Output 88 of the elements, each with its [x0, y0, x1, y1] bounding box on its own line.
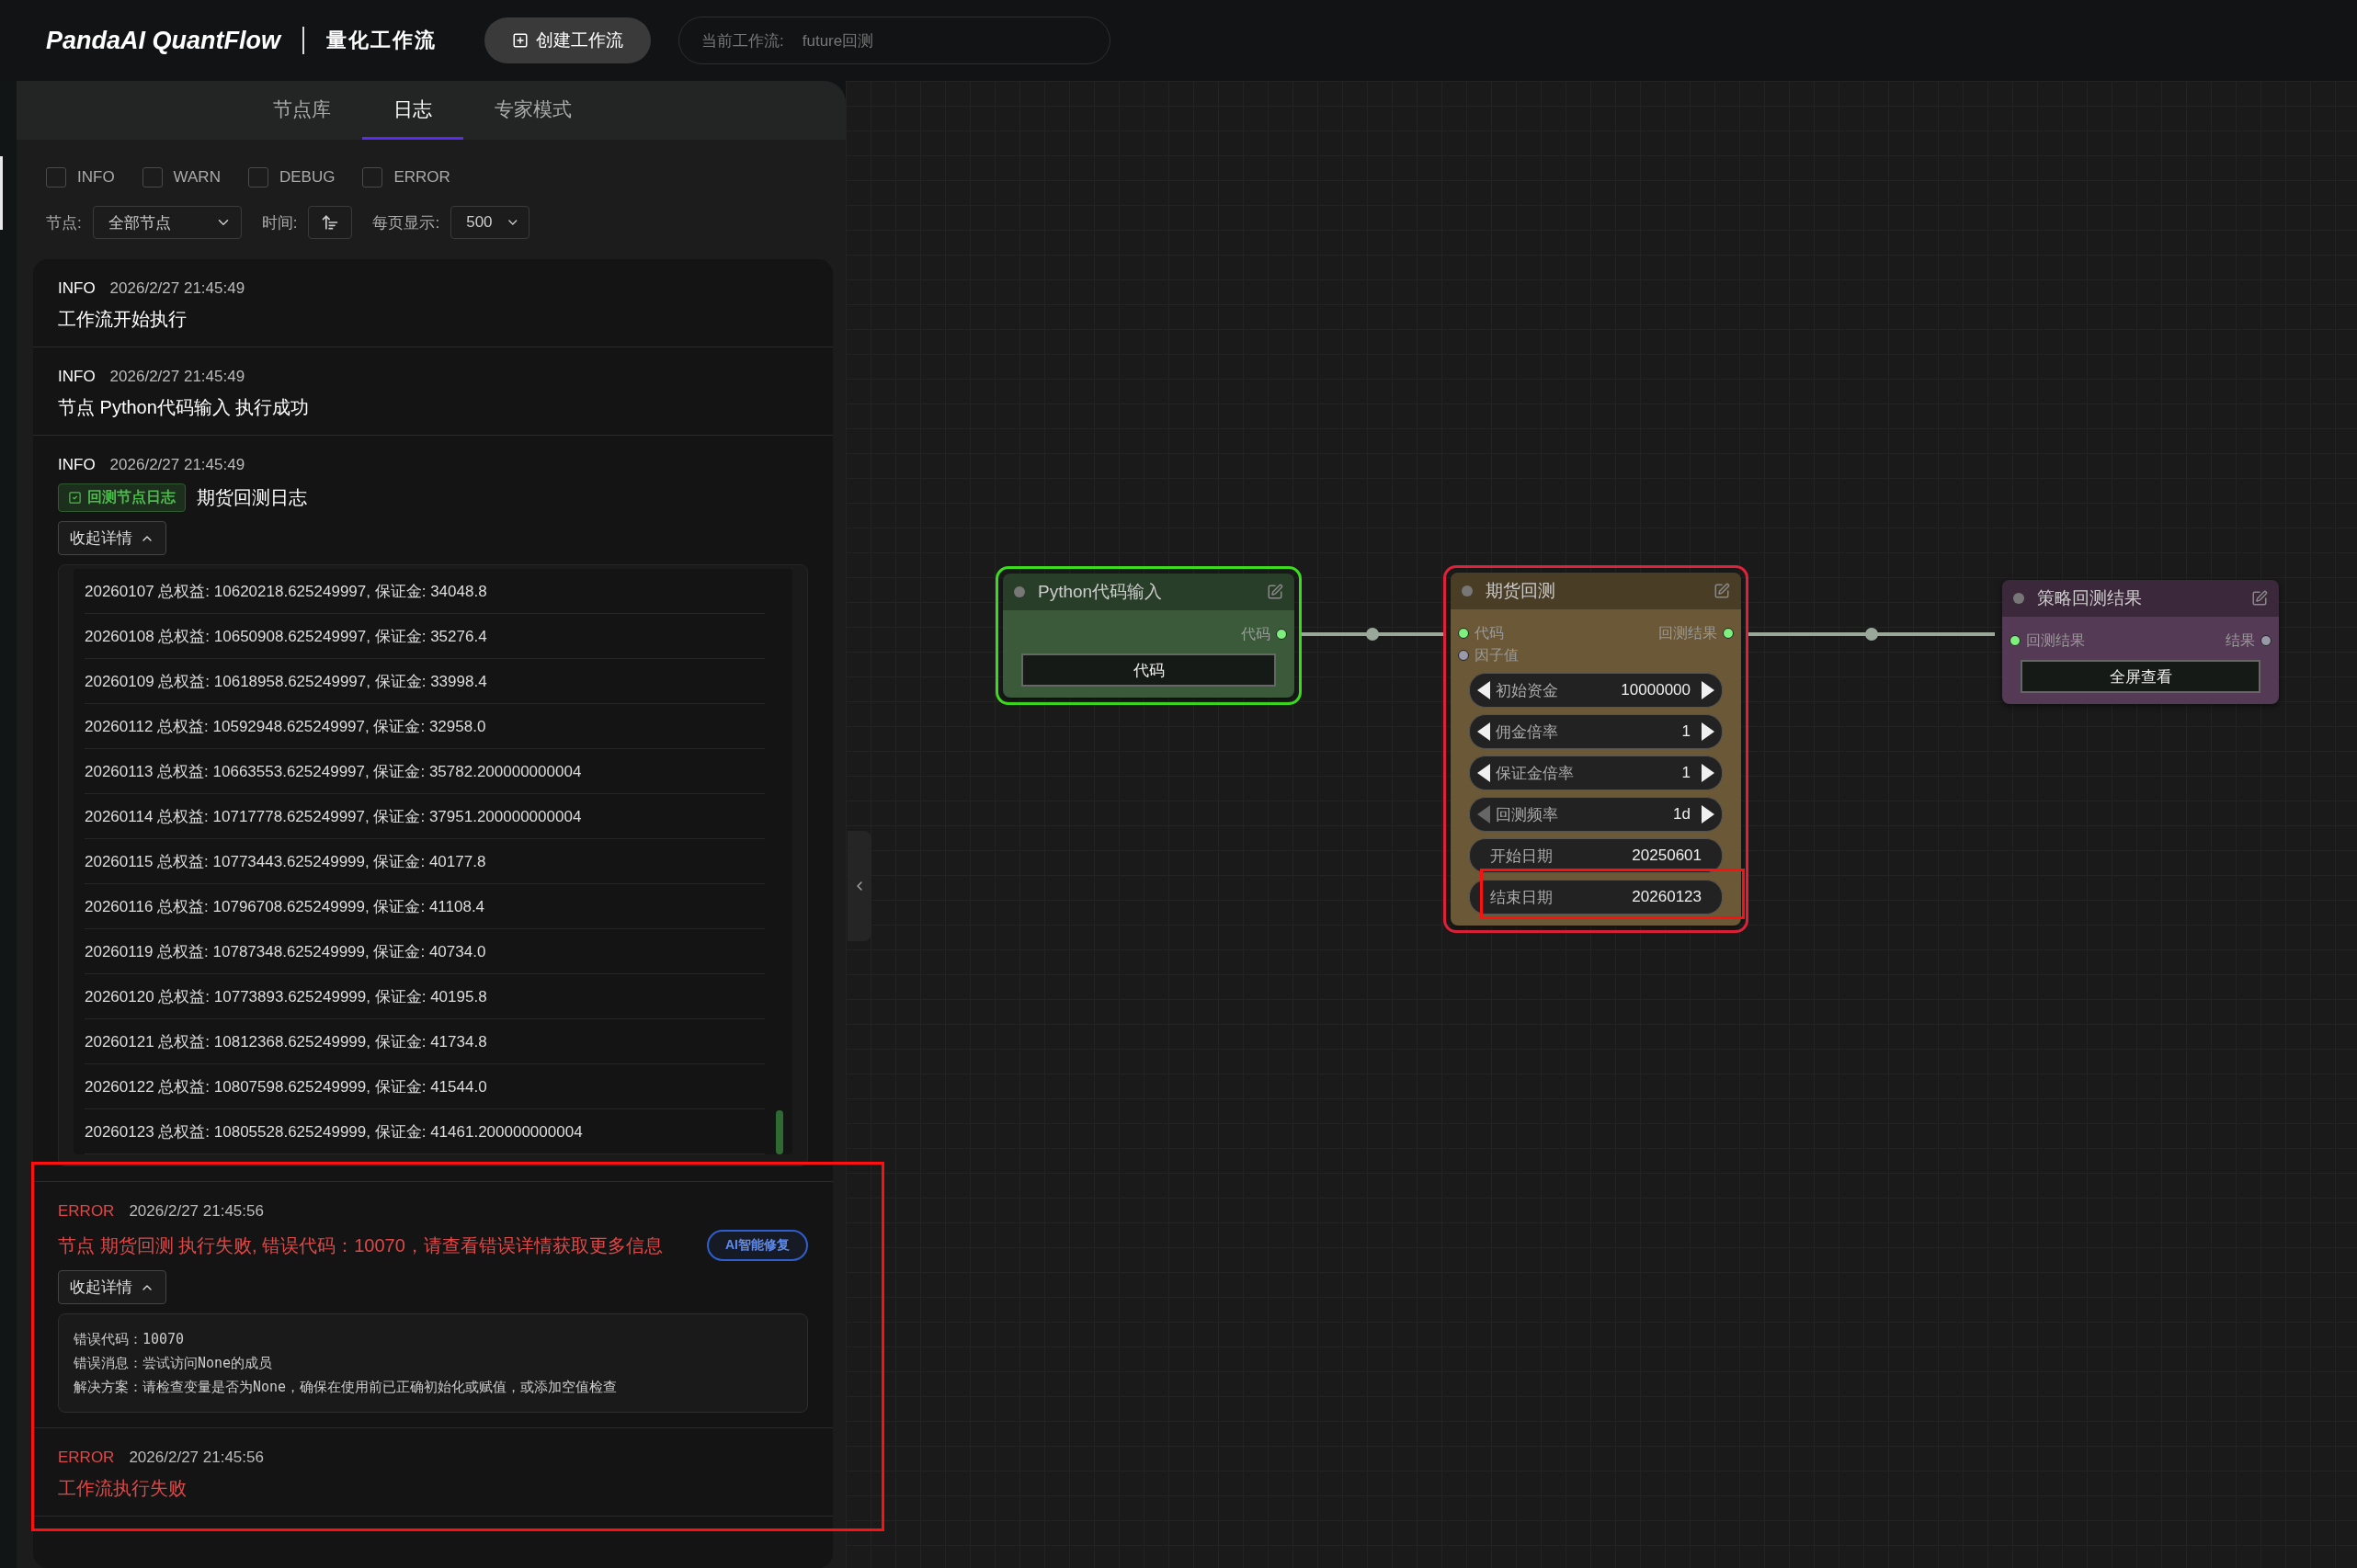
log-message: 工作流执行失败: [58, 1477, 187, 1500]
level-filter[interactable]: ERROR: [362, 167, 450, 187]
log-message: 工作流开始执行: [58, 308, 187, 331]
node-card[interactable]: 期货回测 代码 回测结果 因子值 初始资金 10000000 佣金倍率 1 保证金倍率 1 回测频率 1d 开始日期 20250601 结束日期 20260123: [1443, 565, 1748, 933]
error-detail-line: 解决方案：请检查变量是否为None，确保在使用前已正确初始化或赋值，或添加空值检查: [74, 1378, 619, 1397]
right-arrow-icon[interactable]: [1702, 764, 1714, 782]
log-detail-line: 20260115 总权益: 10773443.625249999, 保证金: 40177.8: [85, 839, 765, 884]
panel-tab[interactable]: 专家模式: [462, 81, 603, 140]
text-widget[interactable]: 开始日期 20250601: [1469, 838, 1723, 873]
edit-icon[interactable]: [2251, 590, 2268, 607]
status-dot-icon: [2013, 593, 2024, 604]
create-workflow-button[interactable]: 创建工作流: [484, 17, 651, 63]
app-subtitle: 量化工作流: [326, 28, 437, 53]
log-detail-line: 20260113 总权益: 10663553.625249997, 保证金: 35782.200000000004: [85, 749, 765, 794]
node-select[interactable]: 全部节点: [92, 206, 242, 239]
status-dot-icon: [1014, 586, 1025, 597]
log-detail-line: 20260107 总权益: 10620218.625249997, 保证金: 34048.8: [85, 569, 765, 614]
level-filter[interactable]: DEBUG: [247, 167, 336, 187]
log-detail-line: 20260120 总权益: 10773893.625249999, 保证金: 40195.8: [85, 974, 765, 1019]
log-tag: 回测节点日志: [58, 483, 186, 512]
log-message: 节点 期货回测 执行失败, 错误代码：10070，请查看错误详情获取更多信息: [58, 1233, 663, 1257]
log-detail-line: 20260108 总权益: 10650908.625249997, 保证金: 35276.4: [85, 614, 765, 659]
left-arrow-icon[interactable]: [1477, 722, 1490, 741]
checkbox[interactable]: [362, 167, 383, 187]
level-filter[interactable]: INFO: [46, 167, 115, 187]
right-arrow-icon[interactable]: [1702, 722, 1714, 741]
log-level: INFO: [58, 279, 96, 298]
log-time: 2026/2/27 21:45:49: [109, 279, 245, 298]
log-level: ERROR: [58, 1202, 115, 1221]
log-detail-line: 20260123 总权益: 10805528.625249999, 保证金: 41461.200000000004: [85, 1109, 765, 1154]
log-time: 2026/2/27 21:45:56: [129, 1202, 264, 1221]
number-widget[interactable]: 保证金倍率 1: [1469, 756, 1723, 790]
status-dot-icon: [1462, 585, 1473, 597]
log-time: 2026/2/27 21:45:49: [109, 368, 245, 386]
log-detail-line: 20260116 总权益: 10796708.625249999, 保证金: 41108.4: [85, 884, 765, 929]
log-level: ERROR: [58, 1449, 115, 1467]
filter-label: 时间:: [261, 212, 298, 233]
panel-tab[interactable]: 节点库: [241, 81, 362, 140]
log-message: 期货回测日志: [197, 486, 307, 509]
log-message: 节点 Python代码输入 执行成功: [58, 396, 310, 419]
sort-icon: [321, 213, 340, 232]
check-square-icon: [68, 491, 82, 505]
scrollbar-thumb[interactable]: [776, 1110, 783, 1154]
node-title: 期货回测: [1486, 580, 1556, 602]
error-detail-line: 错误消息：尝试访问None的成员: [74, 1354, 274, 1373]
details-toggle[interactable]: 收起详情: [58, 521, 166, 555]
plus-square-icon: [512, 32, 529, 49]
sort-button[interactable]: [308, 206, 353, 239]
log-time: 2026/2/27 21:45:49: [109, 456, 245, 474]
log-detail-line: 20260109 总权益: 10618958.625249997, 保证金: 33998.4: [85, 659, 765, 704]
checkbox[interactable]: [142, 167, 163, 187]
log-level: INFO: [58, 456, 96, 474]
right-arrow-icon[interactable]: [1702, 681, 1714, 699]
details-toggle[interactable]: 收起详情: [58, 1270, 166, 1304]
node-title: Python代码输入: [1038, 581, 1164, 603]
text-widget[interactable]: 结束日期 20260123: [1469, 880, 1723, 915]
number-widget[interactable]: 佣金倍率 1: [1469, 714, 1723, 749]
ai-fix-button[interactable]: AI智能修复: [707, 1230, 808, 1261]
right-arrow-icon[interactable]: [1702, 805, 1714, 824]
page-size-select[interactable]: 500: [450, 206, 530, 239]
edit-icon[interactable]: [1714, 583, 1730, 599]
error-detail-line: 错误代码：10070: [74, 1330, 186, 1349]
checkbox[interactable]: [46, 167, 66, 187]
left-arrow-icon[interactable]: [1477, 681, 1490, 699]
log-level: INFO: [58, 368, 96, 386]
left-arrow-icon[interactable]: [1477, 764, 1490, 782]
panel-tab[interactable]: 日志: [361, 81, 463, 140]
number-widget[interactable]: 初始资金 10000000: [1469, 673, 1723, 708]
log-detail-line: 20260114 总权益: 10717778.625249997, 保证金: 37951.200000000004: [85, 794, 765, 839]
node-title: 策略回测结果: [2037, 587, 2143, 609]
log-detail-line: 20260121 总权益: 10812368.625249999, 保证金: 41734.8: [85, 1019, 765, 1064]
workflow-canvas[interactable]: Python代码输入 代码 代码 期货回测 代码 回测结果 因子值 初始资金 10000000 佣金倍率 1 保证金倍率 1 回测频率 1d 开始日期 20250601 结束日期 20260123 策略回测结果 回测结果 结果 全屏查看: [846, 81, 2357, 1568]
input-port[interactable]: 回测结果: [2010, 631, 2085, 651]
log-detail-line: 20260122 总权益: 10807598.625249999, 保证金: 41544.0: [85, 1064, 765, 1109]
log-detail-line: 20260119 总权益: 10787348.625249999, 保证金: 40734.0: [85, 929, 765, 974]
filter-label: 每页显示:: [372, 212, 440, 233]
log-detail-line: 20260112 总权益: 10592948.625249997, 保证金: 32958.0: [85, 704, 765, 749]
filter-label: 节点:: [46, 212, 82, 233]
level-filter[interactable]: WARN: [142, 167, 221, 187]
checkbox[interactable]: [247, 167, 268, 187]
app-logo: PandaAI QuantFlow: [46, 26, 280, 55]
output-port[interactable]: 结果: [2226, 631, 2272, 651]
node-button[interactable]: 全屏查看: [2021, 660, 2260, 693]
number-widget[interactable]: 回测频率 1d: [1469, 797, 1723, 832]
node-button[interactable]: 代码: [1021, 653, 1276, 687]
node-card[interactable]: Python代码输入 代码 代码: [996, 566, 1302, 705]
log-time: 2026/2/27 21:45:56: [129, 1449, 264, 1467]
edit-icon[interactable]: [1267, 584, 1283, 600]
